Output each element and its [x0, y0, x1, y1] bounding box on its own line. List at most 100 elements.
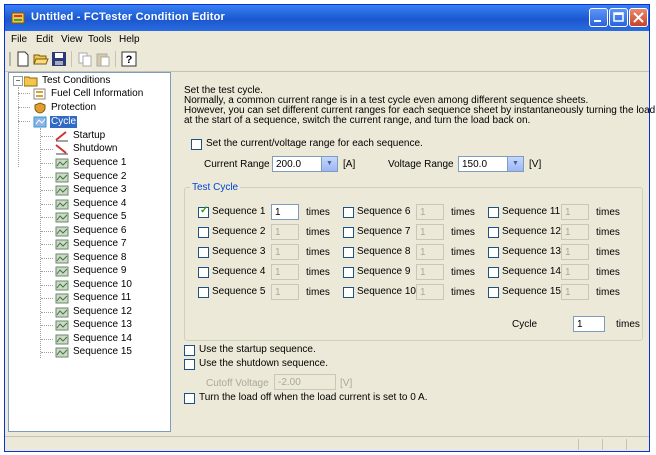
- sequence-count-input[interactable]: 1: [271, 284, 299, 300]
- maximize-icon: [613, 12, 624, 22]
- close-button[interactable]: [629, 8, 648, 27]
- shutdown-sequence-checkbox[interactable]: [184, 359, 195, 370]
- tree-item-label: Sequence 12: [73, 305, 132, 317]
- maximize-button[interactable]: [609, 8, 628, 27]
- sequence-label: Sequence 10: [357, 286, 416, 297]
- sequence-checkbox[interactable]: [343, 227, 354, 238]
- minimize-button[interactable]: [589, 8, 608, 27]
- menu-tools[interactable]: Tools: [88, 34, 111, 45]
- sequence-icon: [55, 347, 69, 358]
- sequence-label: Sequence 4: [212, 266, 266, 277]
- sequence-count-input[interactable]: 1: [271, 244, 299, 260]
- sequence-icon: [55, 280, 69, 290]
- sequence-checkbox[interactable]: [198, 287, 209, 298]
- status-bar: [5, 436, 649, 452]
- sequence-label: Sequence 13: [502, 246, 561, 257]
- sequence-times-label: times: [451, 287, 475, 298]
- current-range-select[interactable]: 200.0 ▼: [272, 156, 338, 172]
- sequence-checkbox[interactable]: [488, 287, 499, 298]
- cycle-count-input[interactable]: 1: [573, 316, 605, 332]
- startup-sequence-label: Use the startup sequence.: [199, 344, 316, 355]
- tree-item-label: Shutdown: [73, 143, 118, 154]
- sequence-count-input[interactable]: 1: [416, 204, 444, 220]
- menu-bar: File Edit View Tools Help: [5, 31, 649, 48]
- startup-sequence-checkbox[interactable]: [184, 345, 195, 356]
- sequence-checkbox[interactable]: [488, 247, 499, 258]
- tree-item-label: Sequence 13: [73, 319, 132, 330]
- menu-edit[interactable]: Edit: [36, 34, 53, 45]
- sequence-count-input[interactable]: 1: [271, 264, 299, 280]
- tree-item-label: Sequence 8: [73, 251, 127, 263]
- sequence-checkbox[interactable]: [343, 267, 354, 278]
- sequence-checkbox[interactable]: [343, 207, 354, 218]
- toolbar-grip: [9, 52, 11, 66]
- sequence-checkbox[interactable]: [343, 247, 354, 258]
- new-icon[interactable]: [15, 51, 31, 67]
- sequence-count-input[interactable]: 1: [271, 204, 299, 220]
- tree-item-label: Sequence 2: [73, 170, 127, 182]
- tree-collapse-root[interactable]: −: [13, 76, 23, 86]
- load-off-label: Turn the load off when the load current …: [199, 392, 428, 403]
- close-icon: [633, 12, 644, 23]
- sequence-count-input[interactable]: 1: [561, 244, 589, 260]
- tree-item-label: Sequence 9: [73, 265, 127, 276]
- menu-help[interactable]: Help: [119, 34, 140, 45]
- cutoff-voltage-label: Cutoff Voltage: [206, 378, 269, 389]
- minimize-icon: [594, 20, 601, 22]
- chevron-down-icon[interactable]: ▼: [507, 157, 523, 171]
- sequence-checkbox[interactable]: [488, 267, 499, 278]
- menu-view[interactable]: View: [61, 34, 83, 45]
- startup-icon: [55, 131, 68, 142]
- voltage-range-label: Voltage Range: [388, 159, 454, 170]
- sequence-times-label: times: [451, 227, 475, 238]
- menu-file[interactable]: File: [11, 34, 27, 45]
- chevron-down-icon[interactable]: ▼: [321, 157, 337, 171]
- sequence-count-input[interactable]: 1: [271, 224, 299, 240]
- sequence-count-input[interactable]: 1: [561, 224, 589, 240]
- load-off-checkbox[interactable]: [184, 393, 195, 404]
- sequence-count-input[interactable]: 1: [416, 264, 444, 280]
- sequence-count-input[interactable]: 1: [561, 204, 589, 220]
- help-icon[interactable]: ?: [121, 51, 137, 67]
- cutoff-voltage-input[interactable]: -2.00: [274, 374, 336, 390]
- cycle-times-label: times: [616, 319, 640, 330]
- sequence-count-input[interactable]: 1: [561, 264, 589, 280]
- sequence-count-input[interactable]: 1: [416, 244, 444, 260]
- sequence-label: Sequence 8: [357, 246, 411, 257]
- title-bar[interactable]: Untitled - FCTester Condition Editor: [5, 5, 649, 31]
- sequence-count-input[interactable]: 1: [561, 284, 589, 300]
- range-per-sequence-checkbox[interactable]: [191, 139, 202, 150]
- tree-item-label: Sequence 5: [73, 211, 127, 222]
- sequence-checkbox[interactable]: [198, 205, 209, 218]
- sequence-count-input[interactable]: 1: [416, 224, 444, 240]
- paste-icon[interactable]: [95, 51, 111, 67]
- status-pane: [578, 439, 579, 450]
- sequence-icon: [55, 334, 69, 344]
- sequence-times-label: times: [596, 247, 620, 258]
- sequence-times-label: times: [596, 267, 620, 278]
- sequence-times-label: times: [596, 287, 620, 298]
- sequence-count-input[interactable]: 1: [416, 284, 444, 300]
- voltage-range-select[interactable]: 150.0 ▼: [458, 156, 524, 172]
- tree-item-label: Sequence 15: [73, 346, 132, 357]
- sequence-checkbox[interactable]: [488, 207, 499, 218]
- sequence-icon: [55, 266, 69, 277]
- copy-icon[interactable]: [77, 51, 93, 67]
- open-icon[interactable]: [33, 51, 49, 67]
- save-icon[interactable]: [51, 51, 67, 67]
- sequence-checkbox[interactable]: [198, 267, 209, 278]
- tree-item-label: Protection: [51, 102, 97, 113]
- tree-item-label: Sequence 14: [73, 332, 132, 344]
- sequence-checkbox[interactable]: [488, 227, 499, 238]
- sequence-icon: [55, 212, 69, 223]
- sequence-icon: [55, 320, 69, 331]
- sequence-checkbox[interactable]: [343, 287, 354, 298]
- tree-item-label: Sequence 3: [73, 184, 127, 195]
- sequence-icon: [55, 172, 69, 182]
- sequence-checkbox[interactable]: [198, 227, 209, 238]
- tree-item-label: Sequence 10: [73, 278, 132, 290]
- sequence-checkbox[interactable]: [198, 247, 209, 258]
- protection-icon: [34, 102, 46, 114]
- status-pane: [626, 439, 627, 450]
- cycle-settings-panel: Set the test cycle. Normally, a common c…: [175, 72, 656, 432]
